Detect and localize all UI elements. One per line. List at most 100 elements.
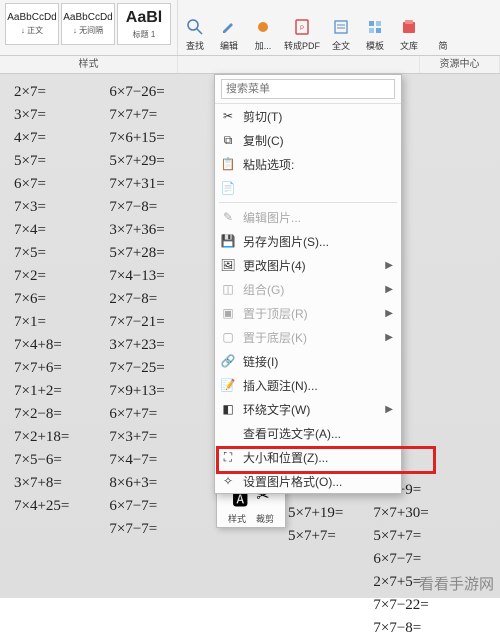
math-expression: 7×7−25= [109,360,164,377]
math-expression: 7×6= [14,291,69,308]
find-button[interactable]: 查找 [178,0,212,55]
math-expression: 2×7= [14,84,69,101]
math-expression: 5×7+7= [373,528,428,545]
menu-group: ◫组合(G)▶ [215,277,401,301]
math-expression: 7×3= [14,199,69,216]
watermark: 看看手游网 [419,573,494,594]
math-expression: 7×1= [14,314,69,331]
math-expression: 7×7−7= [109,521,164,538]
math-expression: 7×7+30= [373,505,428,522]
math-expression: 6×7+7= [109,406,164,423]
change-image-icon: 🖼 [219,257,237,273]
math-expression: 5×7+19= [288,505,343,522]
menu-link[interactable]: 🔗链接(I) [215,349,401,373]
copy-icon: ⧉ [219,132,237,148]
menu-bring-front: ▣置于顶层(R)▶ [215,301,401,325]
add-label: 加... [255,39,272,52]
library-label: 文库 [400,39,418,52]
menu-format-picture[interactable]: ✧设置图片格式(O)... [215,469,401,493]
section-labels: 样式 资源中心 [0,56,500,74]
math-expression: 7×7+31= [109,176,164,193]
menu-change-image[interactable]: 🖼更改图片(4)▶ [215,253,401,277]
math-expression: 6×7−7= [373,551,428,568]
math-expression: 7×2+18= [14,429,69,446]
math-expression: 6×7= [14,176,69,193]
style-heading-1[interactable]: AaBl 标题 1 [117,3,171,45]
context-menu: ✂剪切(T) ⧉复制(C) 📋粘贴选项: 📄 ✎编辑图片... 💾另存为图片(S… [214,74,402,494]
style-no-spacing[interactable]: AaBbCcDd ↓ 无间隔 [61,3,115,45]
mini-style-label: 样式 [228,512,246,525]
style-normal[interactable]: AaBbCcDd ↓ 正文 [5,3,59,45]
alt-text-icon [219,425,237,441]
math-expression: 7×7−22= [373,597,428,614]
fulltext-button[interactable]: 全文 [324,0,358,55]
math-expression: 7×7−8= [109,199,164,216]
math-expression: 7×1+2= [14,383,69,400]
chevron-right-icon: ▶ [385,404,393,415]
library-button[interactable]: 文库 [392,0,426,55]
dot-icon [253,17,273,37]
math-expression: 7×2−8= [14,406,69,423]
mini-crop-label: 裁剪 [256,512,274,525]
menu-copy[interactable]: ⧉复制(C) [215,128,401,152]
pdf-button[interactable]: P 转成PDF [280,0,324,55]
add-button[interactable]: 加... [246,0,280,55]
math-expression: 5×7= [14,153,69,170]
edit-icon [219,17,239,37]
ribbon: AaBbCcDd ↓ 正文 AaBbCcDd ↓ 无间隔 AaBl 标题 1 查… [0,0,500,56]
math-expression: 5×7+28= [109,245,164,262]
math-expression: 7×7+6= [14,360,69,377]
chevron-right-icon: ▶ [385,260,393,271]
math-expression: 6×7−7= [109,498,164,515]
paste-icon: 📋 [219,156,237,172]
menu-cut[interactable]: ✂剪切(T) [215,104,401,128]
save-image-icon: 💾 [219,233,237,249]
math-expression: 5×7+29= [109,153,164,170]
math-expression: 5×7+7= [288,528,343,545]
chevron-right-icon: ▶ [385,332,393,343]
math-expression: 7×7−8= [373,620,428,637]
math-expression: 7×5−6= [14,452,69,469]
group-icon: ◫ [219,281,237,297]
math-expression: 7×4+8= [14,337,69,354]
clipboard-icon: 📄 [219,180,237,196]
math-expression: 3×7+23= [109,337,164,354]
pdf-label: 转成PDF [284,39,320,52]
math-expression: 7×4−13= [109,268,164,285]
menu-size-position[interactable]: ⛶大小和位置(Z)... [215,445,401,469]
simple-icon [433,17,453,37]
edit-button[interactable]: 编辑 [212,0,246,55]
math-expression: 3×7+36= [109,222,164,239]
math-expression: 8×6+3= [109,475,164,492]
menu-send-back: ▢置于底层(K)▶ [215,325,401,349]
menu-paste-choice[interactable]: 📄 [215,176,401,200]
math-expression: 7×7−21= [109,314,164,331]
simple-button[interactable]: 简 [426,0,460,55]
math-column-3: 6×7+17=5×7+19=5×7+7= [288,482,343,637]
chevron-right-icon: ▶ [385,284,393,295]
caption-icon: 📝 [219,377,237,393]
math-expression: 3×7+8= [14,475,69,492]
simple-label: 简 [438,39,447,52]
format-picture-icon: ✧ [219,473,237,489]
styles-gallery[interactable]: AaBbCcDd ↓ 正文 AaBbCcDd ↓ 无间隔 AaBl 标题 1 [0,0,178,55]
menu-save-as-image[interactable]: 💾另存为图片(S)... [215,229,401,253]
math-expression: 6×7−26= [109,84,164,101]
chevron-right-icon: ▶ [385,308,393,319]
menu-insert-caption[interactable]: 📝插入题注(N)... [215,373,401,397]
math-expression: 3×7= [14,107,69,124]
menu-paste-options[interactable]: 📋粘贴选项: [215,152,401,176]
math-column-2: 6×7−26=7×7+7=7×6+15=5×7+29=7×7+31=7×7−8=… [109,84,164,538]
math-column-4: 8×7−9=7×7+30=5×7+7=6×7−7=2×7+5=7×7−22=7×… [373,482,428,637]
menu-wrap-text[interactable]: ◧环绕文字(W)▶ [215,397,401,421]
pdf-icon: P [292,17,312,37]
library-icon [399,17,419,37]
menu-search-input[interactable] [221,79,395,99]
template-button[interactable]: 模板 [358,0,392,55]
menu-view-alt-text[interactable]: 查看可选文字(A)... [215,421,401,445]
bring-front-icon: ▣ [219,305,237,321]
math-expression: 7×5= [14,245,69,262]
math-expression: 7×3+7= [109,429,164,446]
svg-text:P: P [300,26,304,32]
section-resource-label: 资源中心 [420,56,500,73]
